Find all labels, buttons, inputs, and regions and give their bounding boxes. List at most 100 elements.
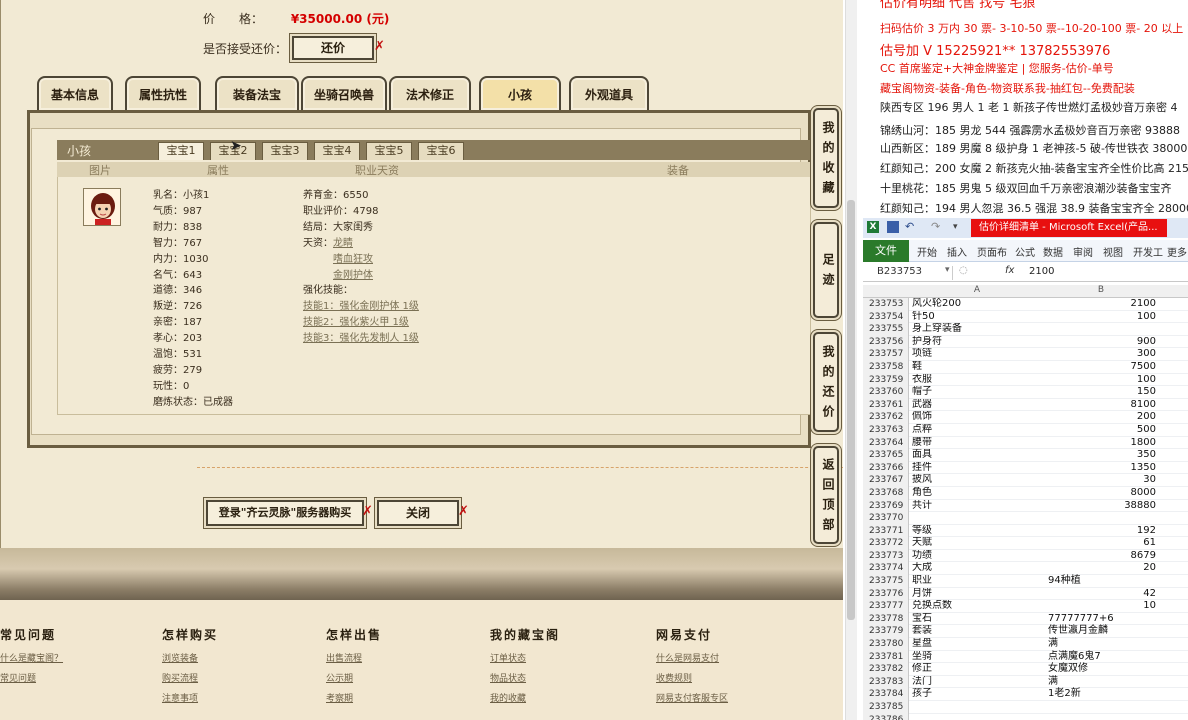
- cell-a[interactable]: 针50: [912, 311, 1044, 324]
- row-number[interactable]: 233759: [863, 373, 909, 387]
- cell-b[interactable]: 7500: [1048, 361, 1156, 374]
- ribbon-tab[interactable]: 视图: [1103, 244, 1123, 259]
- footer-link[interactable]: 考察期: [326, 689, 382, 709]
- cell-b[interactable]: 1350: [1048, 462, 1156, 475]
- formula-cancel-icon[interactable]: ◌: [959, 265, 968, 276]
- skill-link[interactable]: 技能1：强化金刚护体 1级: [303, 301, 419, 312]
- row-number[interactable]: 233777: [863, 600, 909, 613]
- cell-b[interactable]: 38880: [1048, 500, 1156, 513]
- row-number[interactable]: 233772: [863, 537, 909, 550]
- ribbon-tab[interactable]: 数据: [1043, 244, 1063, 259]
- name-box[interactable]: B233753: [877, 266, 953, 280]
- talent-link[interactable]: 金刚护体: [333, 270, 373, 281]
- cell-a[interactable]: 等级: [912, 525, 1044, 538]
- cell-b[interactable]: 42: [1048, 588, 1156, 601]
- subtab-baby5[interactable]: 宝宝5: [366, 142, 412, 160]
- cell-a[interactable]: 点粹: [912, 424, 1044, 437]
- footer-link[interactable]: 我的收藏: [490, 689, 560, 709]
- cell-a[interactable]: 天赋: [912, 537, 1044, 550]
- row-number[interactable]: 233779: [863, 625, 909, 639]
- login-server-button[interactable]: 登录"齐云灵脉"服务器购买: [206, 500, 364, 526]
- cell-a[interactable]: 套装: [912, 625, 1044, 638]
- cell-b[interactable]: 点满魔6鬼7: [1048, 651, 1156, 664]
- ribbon-tab[interactable]: 文件: [863, 240, 909, 262]
- footer-link[interactable]: 购买流程: [162, 669, 218, 689]
- row-number[interactable]: 233784: [863, 688, 909, 701]
- row-number[interactable]: 233753: [863, 298, 909, 311]
- cell-a[interactable]: 项链: [912, 348, 1044, 361]
- row-number[interactable]: 233778: [863, 612, 909, 626]
- cell-b[interactable]: 300: [1048, 348, 1156, 361]
- tab-child[interactable]: 小孩: [479, 76, 561, 110]
- cell-a[interactable]: 法门: [912, 676, 1044, 689]
- name-box-dropdown-icon[interactable]: ▾: [945, 265, 950, 275]
- side-footprint-button[interactable]: 足迹: [813, 222, 839, 318]
- cell-a[interactable]: 职业: [912, 575, 1044, 588]
- talent-link[interactable]: 嗜血狂攻: [333, 254, 373, 265]
- row-number[interactable]: 233766: [863, 461, 909, 475]
- cell-b[interactable]: 500: [1048, 424, 1156, 437]
- row-number[interactable]: 233770: [863, 512, 909, 525]
- footer-link[interactable]: 常见问题: [0, 669, 63, 689]
- cell-a[interactable]: 孩子: [912, 688, 1044, 701]
- row-number[interactable]: 233780: [863, 638, 909, 651]
- haggle-button[interactable]: 还价: [292, 36, 374, 60]
- cell-b[interactable]: 77777777+6: [1048, 613, 1156, 626]
- cell-b[interactable]: 20: [1048, 562, 1156, 575]
- row-number[interactable]: 233768: [863, 486, 909, 500]
- cell-a[interactable]: 腰带: [912, 437, 1044, 450]
- tab-mounts[interactable]: 坐骑召唤兽: [301, 76, 387, 110]
- formula-value[interactable]: 2100: [1029, 266, 1054, 277]
- row-number[interactable]: 233758: [863, 360, 909, 374]
- skill-link[interactable]: 技能3：强化先发制人 1级: [303, 333, 419, 344]
- close-button[interactable]: 关闭: [377, 500, 459, 526]
- subtab-baby6[interactable]: 宝宝6: [418, 142, 464, 160]
- ribbon-tab[interactable]: 公式: [1015, 244, 1035, 259]
- column-b-header[interactable]: B: [1095, 285, 1107, 295]
- row-number[interactable]: 233776: [863, 587, 909, 601]
- side-favorites-button[interactable]: 我的收藏: [813, 108, 839, 208]
- subtab-baby1[interactable]: 宝宝1: [158, 142, 204, 160]
- ribbon-tab[interactable]: 开始: [917, 244, 937, 259]
- tab-spells[interactable]: 法术修正: [389, 76, 471, 110]
- cell-a[interactable]: 角色: [912, 487, 1044, 500]
- undo-icon[interactable]: ↶: [905, 221, 917, 233]
- cell-a[interactable]: 挂件: [912, 462, 1044, 475]
- row-number[interactable]: 233763: [863, 423, 909, 437]
- row-number[interactable]: 233765: [863, 449, 909, 462]
- row-number[interactable]: 233774: [863, 562, 909, 576]
- row-number[interactable]: 233782: [863, 663, 909, 676]
- tab-appearance[interactable]: 外观道具: [569, 76, 649, 110]
- ribbon-tab[interactable]: 审阅: [1073, 244, 1093, 259]
- row-number[interactable]: 233769: [863, 499, 909, 513]
- row-number[interactable]: 233781: [863, 650, 909, 664]
- cell-b[interactable]: 350: [1048, 449, 1156, 462]
- row-number[interactable]: 233761: [863, 398, 909, 412]
- cell-a[interactable]: 衣服: [912, 374, 1044, 387]
- cell-b[interactable]: 1800: [1048, 437, 1156, 450]
- function-icon[interactable]: fx: [1005, 265, 1014, 276]
- row-number[interactable]: 233773: [863, 549, 909, 563]
- cell-a[interactable]: 帽子: [912, 386, 1044, 399]
- cell-b[interactable]: 8679: [1048, 550, 1156, 563]
- row-number[interactable]: 233764: [863, 436, 909, 450]
- subtab-baby3[interactable]: 宝宝3: [262, 142, 308, 160]
- tab-basic-info[interactable]: 基本信息: [37, 76, 113, 110]
- cell-b[interactable]: 8000: [1048, 487, 1156, 500]
- row-number[interactable]: 233785: [863, 701, 909, 714]
- cell-a[interactable]: 共计: [912, 500, 1044, 513]
- cell-b[interactable]: 传世瀛月金麟: [1048, 625, 1156, 638]
- cell-b[interactable]: 满: [1048, 676, 1156, 689]
- cell-b[interactable]: 100: [1048, 311, 1156, 324]
- cell-b[interactable]: 100: [1048, 374, 1156, 387]
- cell-a[interactable]: 大成: [912, 562, 1044, 575]
- column-a-header[interactable]: A: [971, 285, 983, 295]
- ribbon-tab[interactable]: 更多: [1167, 244, 1187, 259]
- cell-b[interactable]: 150: [1048, 386, 1156, 399]
- cell-a[interactable]: 坐骑: [912, 651, 1044, 664]
- redo-icon[interactable]: ↷: [931, 221, 943, 233]
- row-number[interactable]: 233757: [863, 348, 909, 361]
- skill-link[interactable]: 技能2：强化紫火甲 1级: [303, 317, 409, 328]
- row-number[interactable]: 233771: [863, 524, 909, 538]
- cell-a[interactable]: 面具: [912, 449, 1044, 462]
